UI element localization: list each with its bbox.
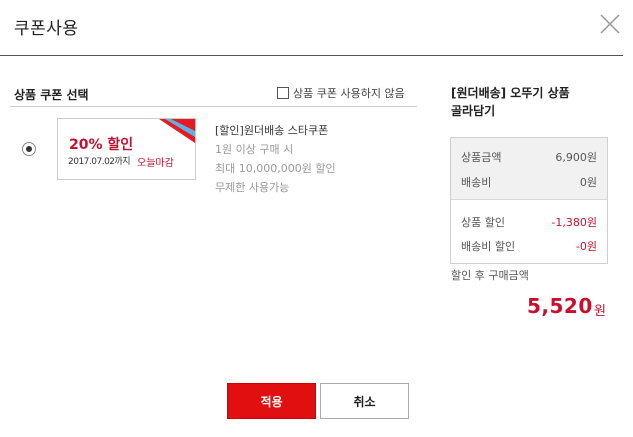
no-coupon-label: 상품 쿠폰 사용하지 않음: [293, 87, 405, 100]
coupon-name: [할인]원더배송 스타쿠폰: [215, 124, 329, 137]
product-title-line1: [원더배송] 오뚜기 상품: [451, 86, 570, 100]
coupon-card: 20% 할인 2017.07.02까지 오늘마감: [57, 118, 196, 180]
cancel-button[interactable]: 취소: [320, 383, 409, 419]
product-discount-row: 상품 할인 -1,380원: [461, 214, 597, 230]
price-summary: 상품금액 6,900원 배송비 0원 상품 할인 -1,380원 배송비 할인 …: [450, 137, 608, 264]
coupon-max-discount: 최대 10,000,000원 할인: [215, 162, 336, 175]
product-amount-row: 상품금액 6,900원: [461, 149, 597, 165]
shipping-label: 배송비: [461, 176, 492, 189]
close-icon[interactable]: [598, 12, 622, 36]
no-coupon-checkbox[interactable]: 상품 쿠폰 사용하지 않음: [277, 85, 405, 101]
shipping-discount-label: 배송비 할인: [461, 240, 516, 253]
summary-top: [451, 138, 607, 200]
section-divider: [10, 106, 417, 107]
shipping-discount-value: -0원: [575, 240, 597, 253]
coupon-min-purchase: 1원 이상 구매 시: [215, 143, 294, 156]
shipping-value: 0원: [579, 176, 597, 189]
total-unit: 원: [594, 304, 606, 319]
coupon-valid-date: 2017.07.02까지: [68, 157, 131, 167]
product-title: [원더배송] 오뚜기 상품 골라담기: [451, 84, 601, 120]
product-amount-label: 상품금액: [461, 151, 502, 164]
shipping-discount-row: 배송비 할인 -0원: [461, 238, 597, 254]
after-discount-label: 할인 후 구매금액: [451, 269, 529, 282]
checkbox-icon[interactable]: [277, 87, 289, 99]
coupon-expiry-badge: 오늘마감: [137, 158, 174, 169]
coupon-amount: 20% 할인: [69, 137, 134, 153]
dialog-title: 쿠폰사용: [14, 19, 79, 39]
product-discount-value: -1,380원: [551, 216, 597, 229]
shipping-row: 배송비 0원: [461, 174, 597, 190]
product-amount-value: 6,900원: [555, 151, 597, 164]
product-discount-label: 상품 할인: [461, 216, 505, 229]
apply-button[interactable]: 적용: [227, 383, 316, 419]
title-divider: [0, 55, 623, 56]
product-title-line2: 골라담기: [451, 104, 496, 118]
coupon-select-header: 상품 쿠폰 선택: [14, 88, 89, 102]
coupon-badge-icon: [159, 119, 195, 143]
coupon-usage-limit: 무제한 사용가능: [215, 181, 290, 194]
coupon-radio[interactable]: [22, 142, 36, 156]
coupon-info: [할인]원더배송 스타쿠폰 1원 이상 구매 시 최대 10,000,000원 …: [215, 121, 336, 197]
total-amount: 5,520: [527, 294, 593, 318]
